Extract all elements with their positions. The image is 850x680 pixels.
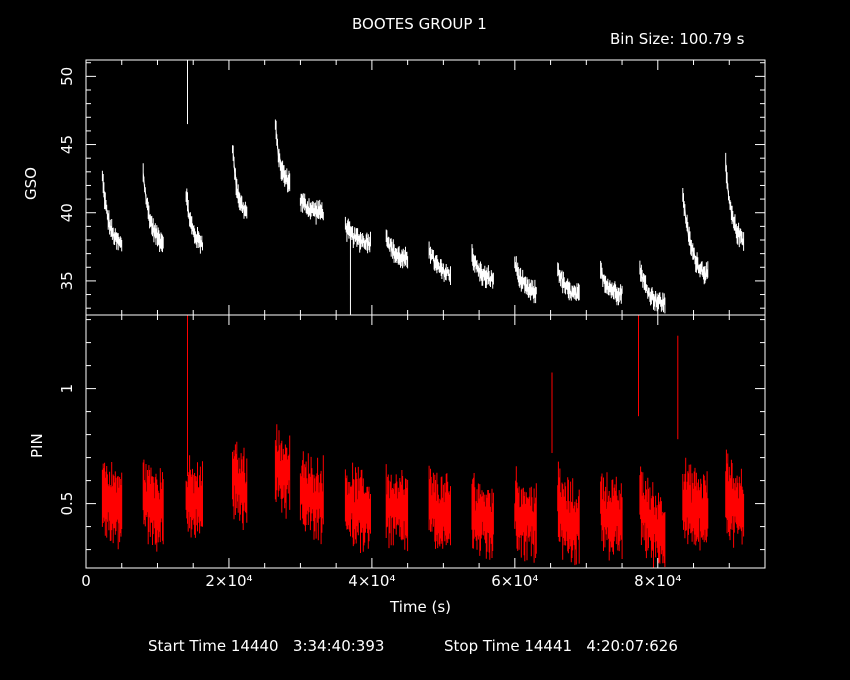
gso-series (101, 60, 745, 315)
x-axis-label: Time (s) (390, 598, 451, 616)
pin-segment (299, 451, 324, 545)
x-tick-label: 0 (81, 572, 91, 590)
gso-y-tick-label: 35 (58, 271, 76, 290)
pin-y-tick-label: 1 (58, 384, 76, 394)
gso-segment (185, 188, 203, 254)
chart-title: BOOTES GROUP 1 (352, 15, 487, 33)
pin-segment (514, 466, 537, 563)
pin-segment (185, 455, 203, 538)
gso-segment (639, 260, 666, 314)
gso-y-tick-label: 40 (58, 203, 76, 222)
stop-time-label: Stop Time 14441 4:20:07:626 (444, 637, 678, 655)
pin-segment (682, 457, 709, 551)
gso-segment (600, 260, 623, 306)
pin-segment (101, 462, 123, 550)
gso-segment (428, 241, 451, 285)
gso-segment (274, 119, 291, 193)
pin-segment (344, 462, 371, 553)
pin-y-tick-label: 0.5 (58, 492, 76, 516)
x-tick-label: 2×10⁴ (205, 572, 252, 590)
pin-segment (142, 459, 164, 552)
pin-segment (428, 465, 451, 549)
gso-segment (682, 188, 709, 285)
pin-axis-label: PIN (28, 433, 46, 458)
pin-segment (557, 461, 580, 566)
x-tick-label: 6×10⁴ (491, 572, 538, 590)
gso-y-tick-label: 45 (58, 135, 76, 154)
pin-segment (232, 441, 248, 530)
pin-segment (725, 449, 745, 548)
gso-segment (385, 229, 409, 269)
pin-series (101, 315, 745, 568)
gso-axis-label: GSO (22, 167, 40, 200)
gso-y-tick-label: 50 (58, 67, 76, 86)
gso-segment (557, 262, 580, 301)
light-curve-chart: 35 40 45 50 0.5 1 0 2×10⁴ 4×10⁴ 6×10⁴ 8×10⁴ (58, 59, 766, 590)
gso-segment (142, 163, 164, 253)
gso-segment (232, 145, 248, 219)
start-time-label: Start Time 14440 3:34:40:393 (148, 637, 385, 655)
pin-segment (471, 473, 494, 560)
x-tick-label: 8×10⁴ (634, 572, 681, 590)
gso-segment (101, 170, 123, 252)
pin-segment (639, 466, 666, 568)
x-tick-label: 4×10⁴ (348, 572, 395, 590)
gso-segment (344, 216, 371, 254)
gso-segment (725, 152, 745, 251)
gso-segment (471, 244, 494, 289)
pin-segment (274, 424, 291, 519)
pin-segment (600, 472, 623, 561)
pin-segment (385, 464, 409, 552)
bin-size-label: Bin Size: 100.79 s (610, 30, 745, 48)
gso-segment (514, 256, 537, 304)
gso-segment (299, 193, 324, 225)
